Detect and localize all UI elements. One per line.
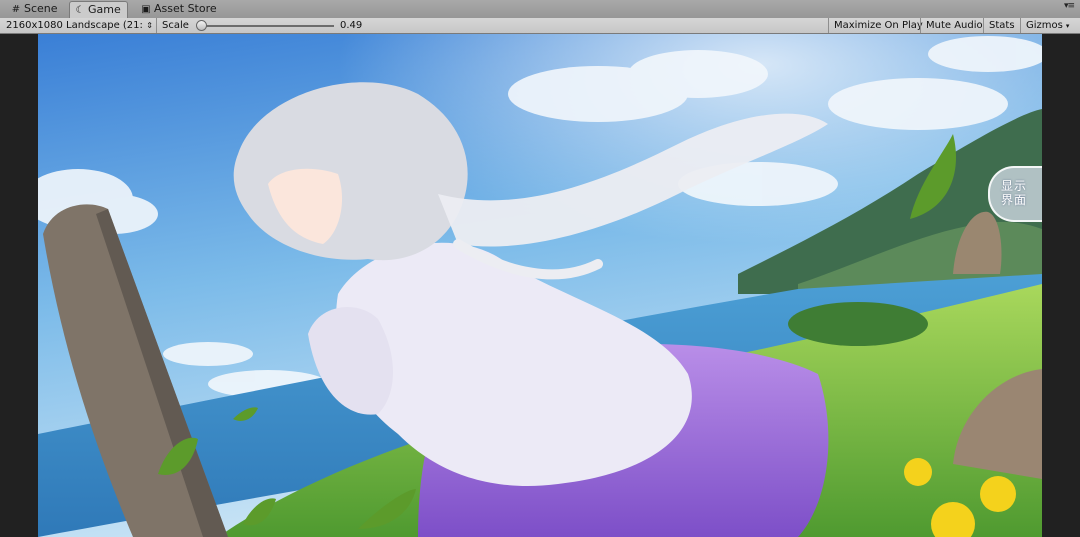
tab-game[interactable]: ☾ Game <box>69 1 128 19</box>
resolution-dropdown[interactable]: 2160x1080 Landscape (21: ⇕ <box>6 18 157 33</box>
tab-asset-store-label: Asset Store <box>154 2 217 15</box>
game-viewport[interactable]: 显示界面 <box>0 34 1080 537</box>
gizmos-label: Gizmos <box>1026 20 1063 31</box>
bag-icon: ▣ <box>141 4 151 15</box>
scale-slider-track[interactable] <box>198 25 334 27</box>
tab-game-label: Game <box>88 3 121 16</box>
scale-value: 0.49 <box>340 20 363 31</box>
scale-slider-thumb[interactable] <box>195 20 207 31</box>
show-ui-button[interactable]: 显示界面 <box>988 166 1042 222</box>
stats-button[interactable]: Stats <box>983 18 1020 33</box>
mute-audio-button[interactable]: Mute Audio <box>920 18 988 33</box>
window-menu-icon[interactable]: ▾≡ <box>1064 1 1075 11</box>
tab-scene[interactable]: # Scene <box>6 1 64 17</box>
tab-scene-label: Scene <box>24 2 58 15</box>
bush <box>788 302 928 346</box>
game-view[interactable]: 显示界面 <box>38 34 1042 537</box>
game-scene-artwork <box>38 34 1042 537</box>
editor-tab-bar: # Scene ☾ Game ▣ Asset Store ▾≡ <box>0 0 1080 19</box>
gizmos-dropdown[interactable]: Gizmos ▾ <box>1020 18 1074 33</box>
resolution-value: 2160x1080 Landscape (21: <box>6 20 143 31</box>
pacman-icon: ☾ <box>75 5 85 16</box>
game-toolbar: 2160x1080 Landscape (21: ⇕ Scale 0.49 Ma… <box>0 18 1080 34</box>
updown-arrow-icon: ⇕ <box>146 21 153 30</box>
show-ui-button-label: 显示界面 <box>1000 179 1027 207</box>
scale-label: Scale <box>162 20 189 31</box>
grid-icon: # <box>11 4 21 15</box>
tab-asset-store[interactable]: ▣ Asset Store <box>136 1 223 17</box>
maximize-on-play-button[interactable]: Maximize On Play <box>828 18 928 33</box>
chevron-down-icon: ▾ <box>1065 22 1070 30</box>
